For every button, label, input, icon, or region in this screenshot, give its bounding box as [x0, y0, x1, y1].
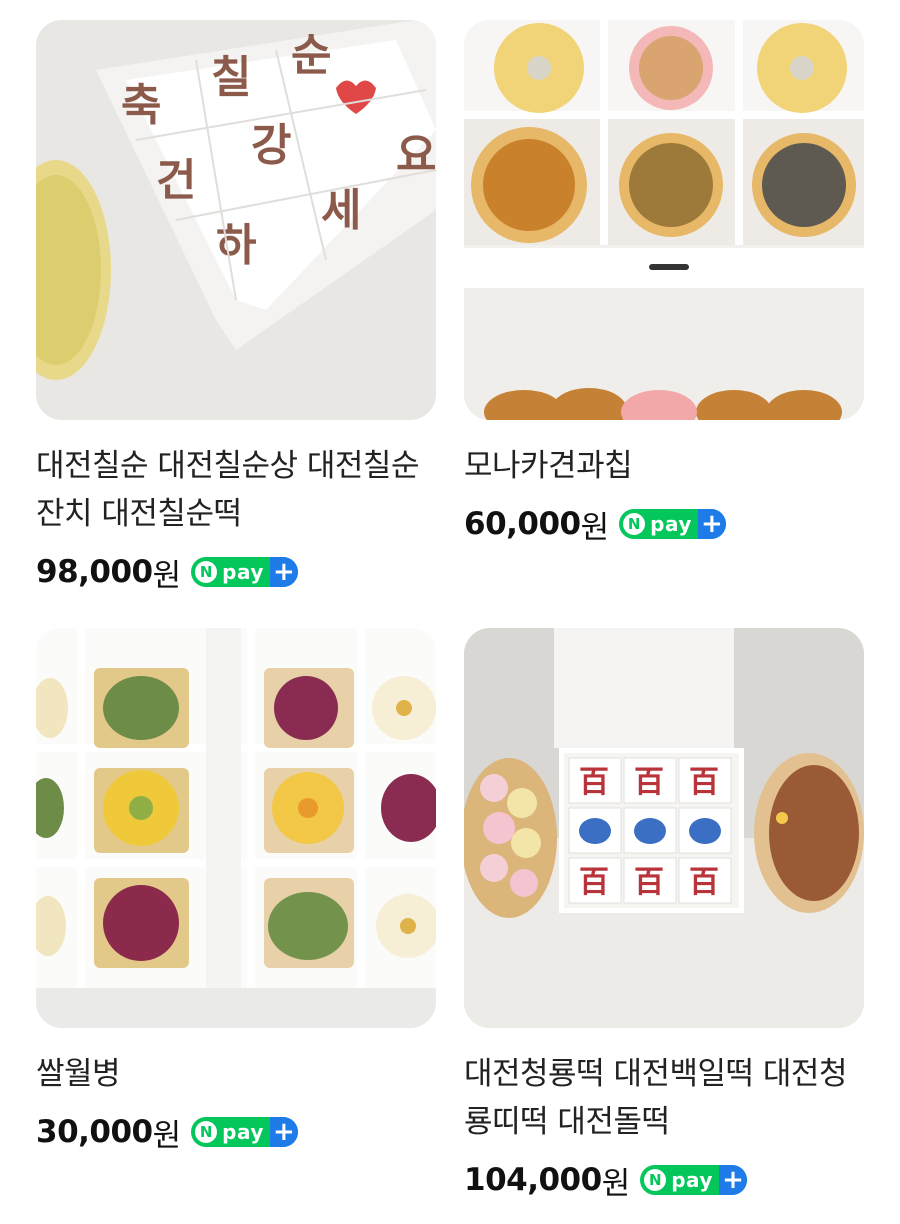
- cake-char: 건: [156, 155, 196, 206]
- cake-char: 百: [689, 765, 719, 800]
- product-title[interactable]: 대전청룡떡 대전백일떡 대전청룡띠떡 대전돌떡: [464, 1050, 864, 1146]
- npay-n-icon: N: [195, 1121, 218, 1143]
- cake-char: 百: [579, 765, 609, 800]
- plus-icon: +: [718, 1165, 747, 1195]
- product-title[interactable]: 모나카견과칩: [464, 442, 864, 490]
- npay-n-icon: N: [644, 1169, 667, 1191]
- product-image[interactable]: [36, 628, 436, 1028]
- price-row: 104,000 원 N pay +: [464, 1156, 864, 1204]
- product-price: 104,000: [464, 1162, 602, 1198]
- cake-char: 세: [321, 185, 361, 236]
- npay-plus-badge: N pay +: [191, 1117, 298, 1147]
- product-title[interactable]: 대전칠순 대전칠순상 대전칠순잔치 대전칠순떡: [36, 442, 436, 538]
- npay-plus-badge: N pay +: [619, 509, 726, 539]
- cake-char: 순: [291, 30, 331, 81]
- cake-char: 百: [634, 865, 664, 900]
- cake-char: 百: [689, 865, 719, 900]
- product-card[interactable]: 百 百 百 百 百 百 대전청룡떡 대전백일떡 대전청룡띠떡 대전돌떡 104,…: [464, 628, 864, 1204]
- plus-icon: +: [269, 557, 298, 587]
- product-image[interactable]: 축 칠 순 건 강 하 세 요: [36, 20, 436, 420]
- cake-char: 칠: [211, 52, 251, 103]
- cake-char: 百: [579, 865, 609, 900]
- price-row: 98,000 원 N pay +: [36, 548, 436, 596]
- product-card[interactable]: 모나카견과칩 60,000 원 N pay +: [464, 20, 864, 548]
- price-row: 60,000 원 N pay +: [464, 500, 864, 548]
- product-price: 60,000: [464, 506, 581, 542]
- npay-label: pay: [671, 1168, 713, 1192]
- currency-label: 원: [152, 557, 182, 594]
- currency-label: 원: [152, 1117, 182, 1154]
- npay-label: pay: [222, 1120, 264, 1144]
- product-image[interactable]: [464, 20, 864, 420]
- product-image[interactable]: 百 百 百 百 百 百: [464, 628, 864, 1028]
- npay-label: pay: [650, 512, 692, 536]
- price-row: 30,000 원 N pay +: [36, 1108, 436, 1156]
- npay-n-icon: N: [195, 561, 218, 583]
- product-title[interactable]: 쌀월병: [36, 1050, 436, 1098]
- cake-char: 百: [634, 765, 664, 800]
- currency-label: 원: [580, 509, 610, 546]
- plus-icon: +: [269, 1117, 298, 1147]
- npay-n-icon: N: [623, 513, 646, 535]
- cake-char: 강: [251, 120, 291, 171]
- npay-plus-badge: N pay +: [191, 557, 298, 587]
- npay-plus-badge: N pay +: [640, 1165, 747, 1195]
- cake-char: 하: [216, 220, 256, 271]
- product-grid: 축 칠 순 건 강 하 세 요 대전칠순 대전칠순상 대전칠순잔치 대전칠순떡 …: [0, 0, 900, 1224]
- product-price: 30,000: [36, 1114, 153, 1150]
- product-card[interactable]: 축 칠 순 건 강 하 세 요 대전칠순 대전칠순상 대전칠순잔치 대전칠순떡 …: [36, 20, 436, 596]
- product-price: 98,000: [36, 554, 153, 590]
- npay-label: pay: [222, 560, 264, 584]
- product-card[interactable]: 쌀월병 30,000 원 N pay +: [36, 628, 436, 1156]
- plus-icon: +: [697, 509, 726, 539]
- cake-char: 축: [121, 80, 161, 131]
- currency-label: 원: [601, 1165, 631, 1202]
